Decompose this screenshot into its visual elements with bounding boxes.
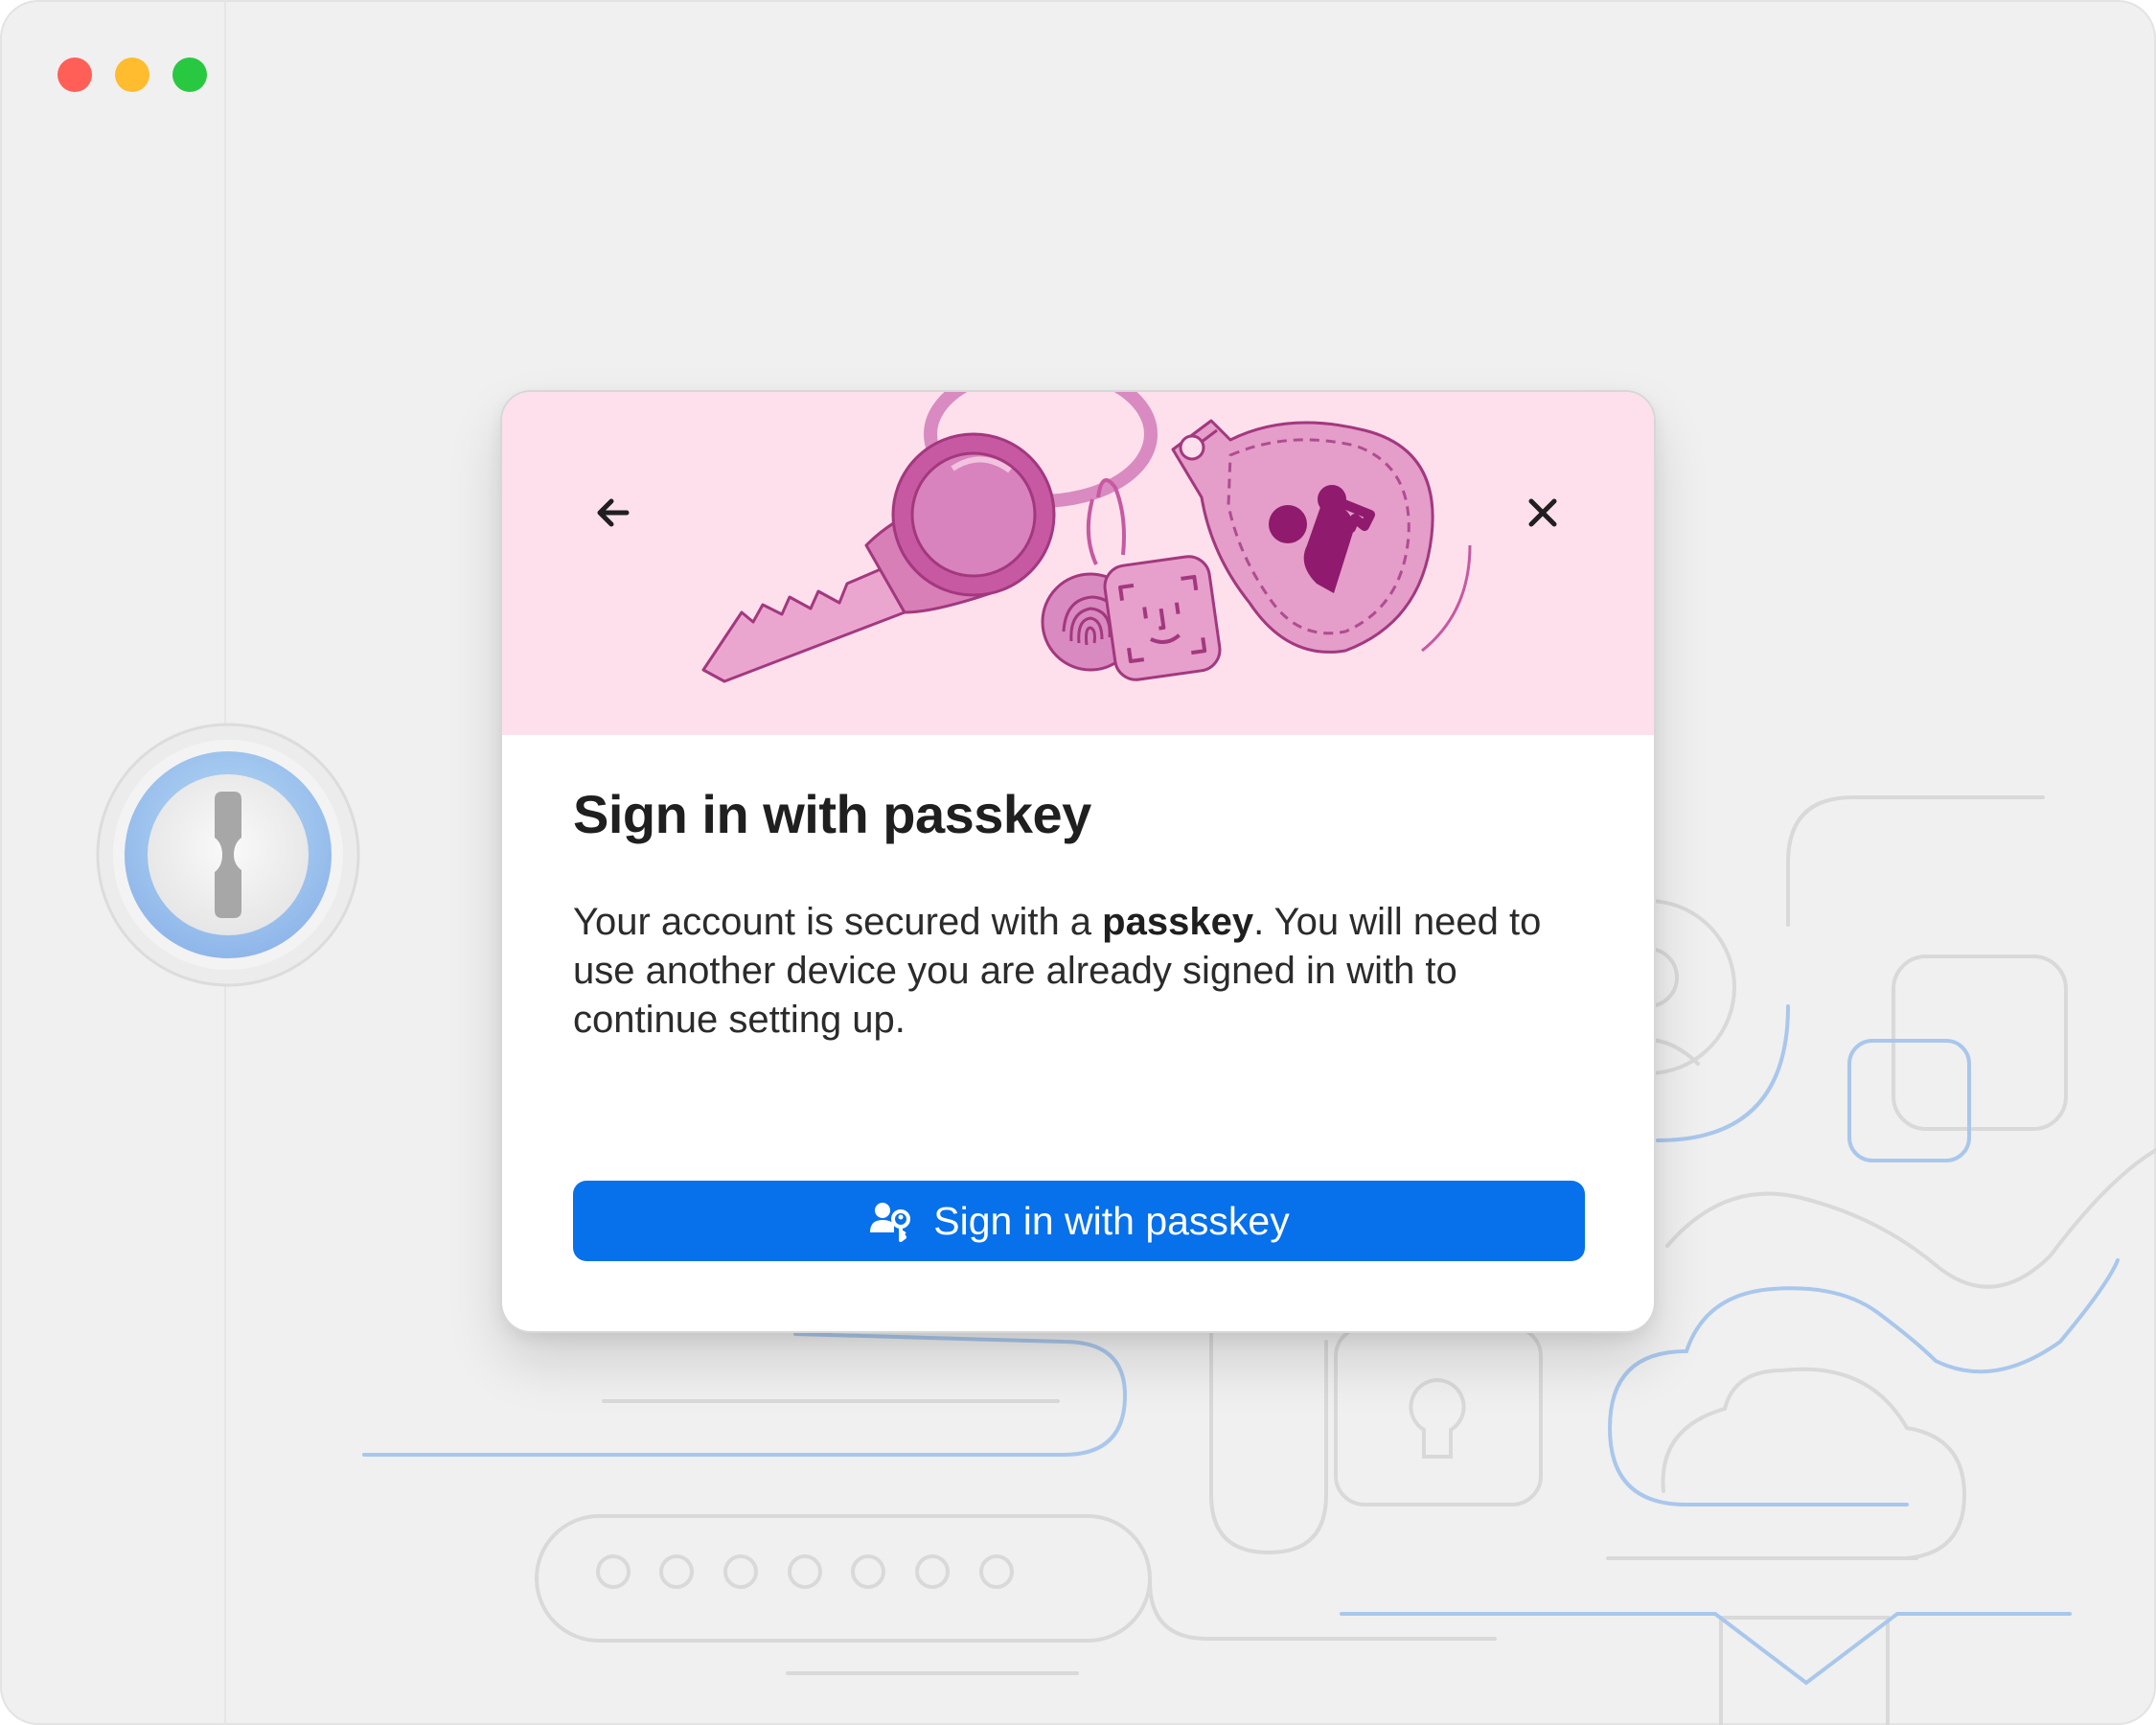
passkey-dialog: Sign in with passkey Your account is sec… <box>502 392 1654 1331</box>
body-text-prefix: Your account is secured with a <box>573 901 1103 943</box>
sign-in-with-passkey-button[interactable]: Sign in with passkey <box>573 1181 1585 1261</box>
user-key-icon <box>870 1203 911 1242</box>
dialog-hero <box>502 392 1654 735</box>
app-window: Sign in with passkey Your account is sec… <box>0 0 2156 1725</box>
keyhole-logo-icon <box>96 723 360 987</box>
back-button[interactable] <box>583 482 644 543</box>
body-text-bold: passkey <box>1102 901 1254 943</box>
arrow-left-icon <box>597 498 630 527</box>
dialog-title: Sign in with passkey <box>573 784 1091 844</box>
dialog-body: Your account is secured with a passkey. … <box>573 898 1589 1045</box>
sign-in-button-label: Sign in with passkey <box>933 1198 1290 1243</box>
passkey-keyring-illustration <box>701 392 1472 683</box>
close-button[interactable] <box>1512 482 1573 543</box>
close-x-icon <box>1528 498 1557 527</box>
